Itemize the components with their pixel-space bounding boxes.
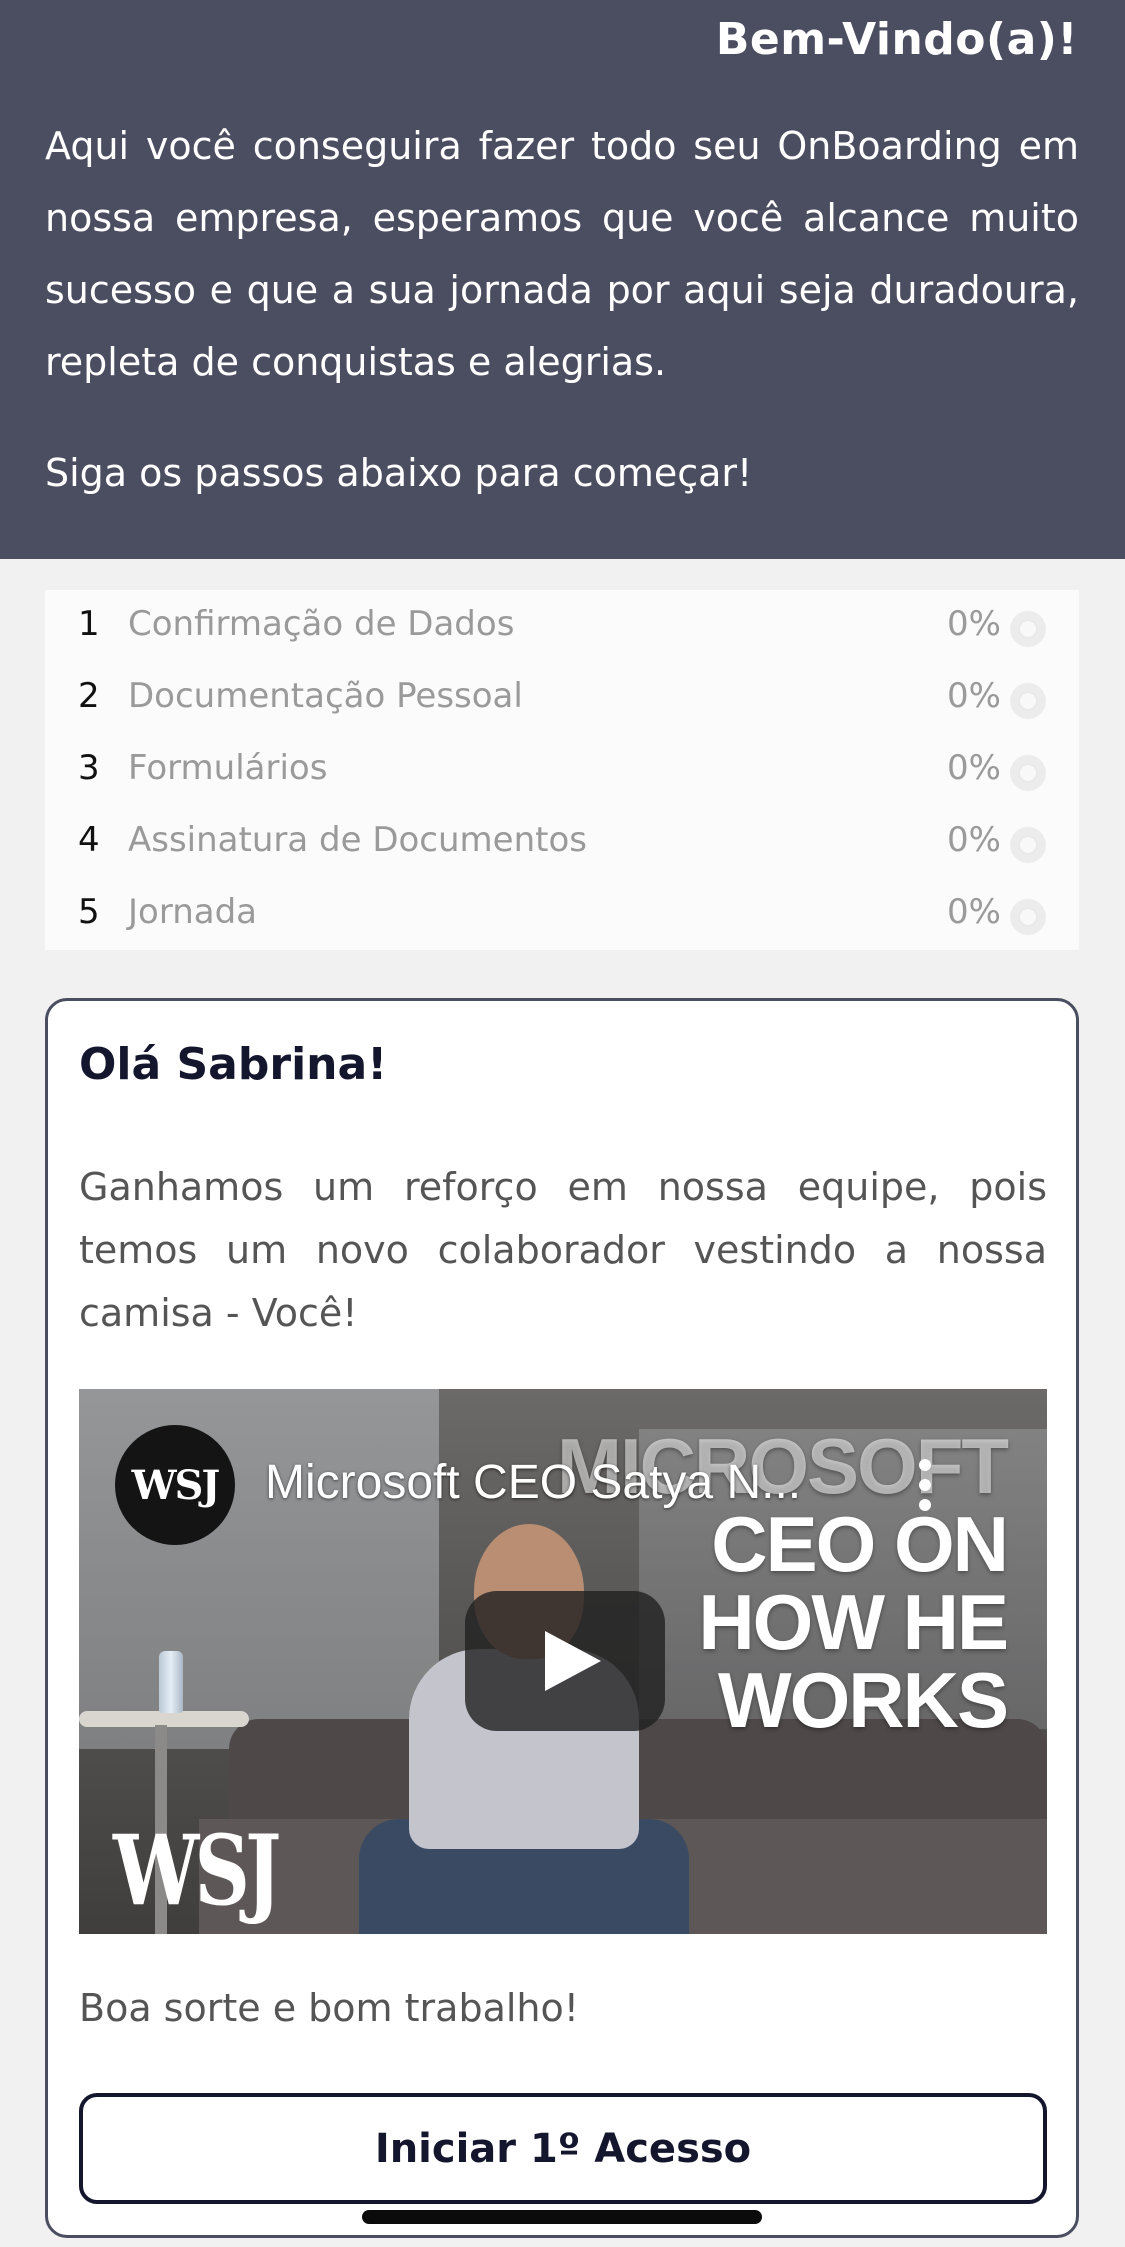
status-circle-icon <box>1010 683 1046 719</box>
kebab-menu-icon[interactable] <box>919 1459 933 1519</box>
step-item-documentacao-pessoal[interactable]: 2 Documentação Pessoal 0% <box>45 662 1079 734</box>
status-circle-icon <box>1010 611 1046 647</box>
home-indicator[interactable] <box>362 2210 762 2224</box>
headline-line: CEO ON <box>711 1500 1009 1588</box>
step-number: 5 <box>78 892 100 932</box>
step-progress-percent: 0% <box>947 820 1001 860</box>
welcome-title: Bem-Vindo(a)! <box>715 14 1078 65</box>
step-number: 1 <box>78 604 100 644</box>
status-circle-icon <box>1010 827 1046 863</box>
status-circle-icon <box>1010 755 1046 791</box>
step-progress-percent: 0% <box>947 676 1001 716</box>
video-player[interactable]: MICROSOFT CEO ON HOW HE WORKS WSJ Micros… <box>79 1389 1047 1934</box>
step-item-confirmacao-dados[interactable]: 1 Confirmação de Dados 0% <box>45 590 1079 662</box>
step-item-formularios[interactable]: 3 Formulários 0% <box>45 734 1079 806</box>
step-number: 4 <box>78 820 100 860</box>
thumbnail-bottle <box>159 1651 183 1713</box>
channel-avatar[interactable]: WSJ <box>115 1425 235 1545</box>
welcome-card: Olá Sabrina! Ganhamos um reforço em noss… <box>45 998 1079 2238</box>
onboarding-steps-list: 1 Confirmação de Dados 0% 2 Documentação… <box>45 590 1079 950</box>
step-label: Confirmação de Dados <box>128 604 515 644</box>
greeting-title: Olá Sabrina! <box>79 1039 388 1090</box>
step-item-jornada[interactable]: 5 Jornada 0% <box>45 878 1079 950</box>
status-circle-icon <box>1010 899 1046 935</box>
step-progress-percent: 0% <box>947 748 1001 788</box>
step-number: 3 <box>78 748 100 788</box>
play-icon[interactable] <box>465 1591 665 1731</box>
welcome-header: Bem-Vindo(a)! Aqui você conseguira fazer… <box>0 0 1125 559</box>
step-item-assinatura-documentos[interactable]: 4 Assinatura de Documentos 0% <box>45 806 1079 878</box>
step-progress-percent: 0% <box>947 892 1001 932</box>
step-progress-percent: 0% <box>947 604 1001 644</box>
step-number: 2 <box>78 676 100 716</box>
start-first-access-button[interactable]: Iniciar 1º Acesso <box>79 2093 1047 2204</box>
step-label: Formulários <box>128 748 328 788</box>
closing-message: Boa sorte e bom trabalho! <box>79 1986 579 2030</box>
step-label: Assinatura de Documentos <box>128 820 587 860</box>
greeting-message: Ganhamos um reforço em nossa equipe, poi… <box>79 1165 1047 1335</box>
step-label: Documentação Pessoal <box>128 676 523 716</box>
video-watermark-logo: WSJ <box>113 1814 281 1927</box>
welcome-instruction: Siga os passos abaixo para começar! <box>45 451 753 495</box>
step-label: Jornada <box>128 892 258 932</box>
welcome-intro-text: Aqui você conseguira fazer todo seu OnBo… <box>45 124 1079 384</box>
video-title[interactable]: Microsoft CEO Satya N... <box>265 1455 801 1510</box>
